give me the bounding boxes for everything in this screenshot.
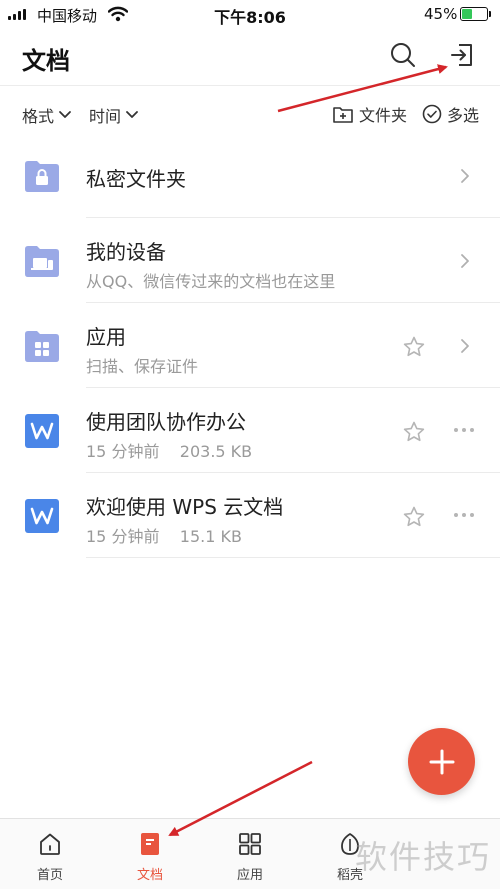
list-item-name: 使用团队协作办公 bbox=[86, 410, 246, 434]
chevron-down-icon bbox=[126, 111, 138, 118]
row-divider bbox=[86, 557, 500, 558]
battery-percentage: 45% bbox=[424, 5, 458, 23]
star-icon[interactable] bbox=[402, 420, 426, 444]
list-item-team-doc[interactable]: 使用团队协作办公 15 分钟前 203.5 KB bbox=[0, 388, 500, 473]
list-item-name: 欢迎使用 WPS 云文档 bbox=[86, 495, 284, 519]
status-bar: 中国移动 下午8:06 45% bbox=[0, 0, 500, 28]
list-item-private-folder[interactable]: 私密文件夹 bbox=[0, 133, 500, 218]
folder-plus-icon bbox=[333, 107, 353, 123]
chevron-right-icon[interactable] bbox=[459, 252, 471, 270]
document-list: 私密文件夹 我的设备 从QQ、微信传过来的文档也在这里 应用 扫描、保存证件 使… bbox=[0, 133, 500, 558]
list-item-name: 我的设备 bbox=[86, 240, 166, 264]
more-options-icon[interactable] bbox=[454, 428, 474, 432]
new-folder-button[interactable]: 文件夹 bbox=[332, 102, 407, 126]
list-item-subtitle: 从QQ、微信传过来的文档也在这里 bbox=[86, 272, 336, 291]
more-options-icon[interactable] bbox=[454, 513, 474, 517]
list-item-name: 私密文件夹 bbox=[86, 167, 186, 191]
list-item-subtitle: 15 分钟前 203.5 KB bbox=[86, 442, 253, 461]
tab-label: 应用 bbox=[236, 868, 263, 883]
watermark: 软件技巧 bbox=[355, 838, 492, 876]
chevron-down-icon bbox=[59, 111, 71, 118]
lock-folder-icon bbox=[25, 161, 59, 192]
sign-in-icon bbox=[451, 44, 472, 66]
chevron-right-icon[interactable] bbox=[459, 337, 471, 355]
list-item-my-devices[interactable]: 我的设备 从QQ、微信传过来的文档也在这里 bbox=[0, 218, 500, 303]
wps-word-icon bbox=[25, 414, 59, 448]
list-item-name: 应用 bbox=[86, 325, 126, 349]
search-button[interactable] bbox=[388, 40, 418, 70]
search-icon bbox=[391, 43, 415, 67]
list-item-welcome-doc[interactable]: 欢迎使用 WPS 云文档 15 分钟前 15.1 KB bbox=[0, 473, 500, 558]
format-filter-dropdown[interactable]: 格式 bbox=[22, 103, 72, 127]
star-icon[interactable] bbox=[402, 505, 426, 529]
multi-select-button[interactable]: 多选 bbox=[422, 102, 479, 126]
list-item-subtitle: 扫描、保存证件 bbox=[86, 357, 199, 376]
tab-label: 首页 bbox=[36, 868, 63, 883]
list-item-apps-folder[interactable]: 应用 扫描、保存证件 bbox=[0, 303, 500, 388]
filter-toolbar: 格式 时间 文件夹 多选 bbox=[0, 96, 500, 132]
tab-apps[interactable]: 应用 bbox=[220, 831, 280, 883]
wps-word-icon bbox=[25, 499, 59, 533]
grid-icon bbox=[239, 833, 261, 855]
header: 文档 bbox=[0, 28, 500, 84]
page-title: 文档 bbox=[22, 47, 70, 75]
battery-tip bbox=[489, 11, 491, 17]
check-circle-icon bbox=[422, 104, 442, 124]
home-icon bbox=[40, 833, 60, 855]
format-filter-label: 格式 bbox=[22, 107, 55, 126]
apps-folder-icon bbox=[25, 331, 59, 362]
new-folder-label: 文件夹 bbox=[359, 106, 408, 125]
chevron-right-icon[interactable] bbox=[459, 167, 471, 185]
star-icon[interactable] bbox=[402, 335, 426, 359]
list-item-subtitle: 15 分钟前 15.1 KB bbox=[86, 527, 242, 546]
header-divider bbox=[0, 85, 500, 86]
plus-icon bbox=[429, 749, 454, 774]
document-icon bbox=[141, 833, 159, 855]
tab-home[interactable]: 首页 bbox=[20, 831, 80, 883]
time-filter-label: 时间 bbox=[89, 107, 122, 126]
battery-fill bbox=[462, 9, 472, 19]
battery-icon bbox=[460, 7, 488, 21]
tab-label: 文档 bbox=[136, 868, 163, 883]
device-folder-icon bbox=[25, 246, 59, 277]
multi-select-label: 多选 bbox=[447, 106, 480, 125]
import-button[interactable] bbox=[447, 40, 477, 70]
tab-documents[interactable]: 文档 bbox=[120, 831, 180, 883]
add-button[interactable] bbox=[408, 728, 475, 795]
time-filter-dropdown[interactable]: 时间 bbox=[89, 103, 139, 127]
